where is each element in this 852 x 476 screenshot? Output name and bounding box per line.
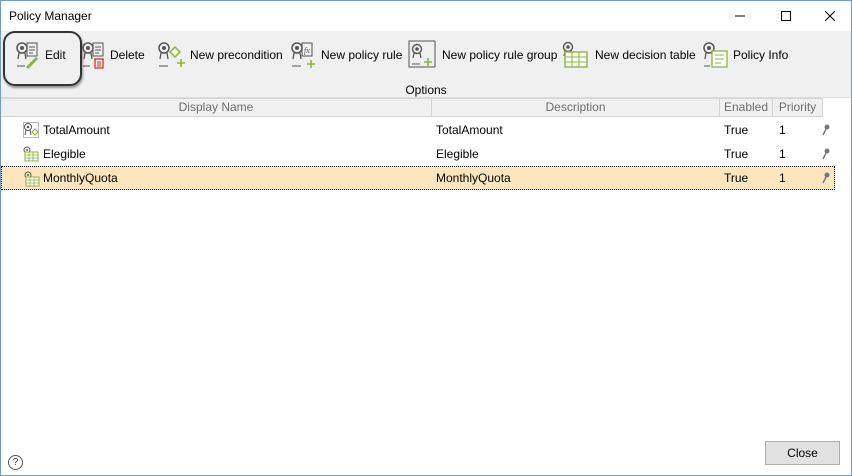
precondition-icon [23,122,39,138]
pin-icon[interactable] [821,148,831,160]
row-enabled: True [724,123,749,137]
pin-icon[interactable] [821,172,831,184]
row-enabled: True [724,147,749,161]
new-policy-rule-label: New policy rule [321,48,403,62]
column-header-display-name[interactable]: Display Name [1,99,432,117]
new-policy-rule-group-button[interactable]: New policy rule group [408,39,557,71]
window-title: Policy Manager [9,9,92,23]
row-display-name: MonthlyQuota [43,171,118,185]
new-decision-table-label: New decision table [595,48,696,62]
new-policy-rule-group-icon [408,40,436,68]
row-display-name: TotalAmount [43,123,110,137]
row-priority: 1 [779,123,786,137]
new-precondition-label: New precondition [190,48,283,62]
policy-info-label: Policy Info [733,48,789,62]
svg-text:fx: fx [304,46,310,55]
new-policy-rule-button[interactable]: fx New policy rule [289,39,402,71]
decision-table-icon [23,146,39,162]
row-description: TotalAmount [436,123,503,137]
toolbar: Edit Delete New precondition fx New poli… [1,31,851,98]
new-decision-table-icon [562,41,588,68]
new-precondition-button[interactable]: New precondition [156,39,283,71]
column-header-priority[interactable]: Priority [773,99,823,117]
delete-button[interactable]: Delete [80,39,145,71]
column-header-enabled[interactable]: Enabled [720,99,773,117]
help-icon[interactable]: ? [8,455,23,470]
delete-policy-icon [82,42,104,69]
new-policy-rule-icon: fx [291,42,315,68]
policy-info-button[interactable]: Policy Info [701,39,788,71]
maximize-icon [781,11,791,21]
close-icon [825,11,835,21]
row-enabled: True [724,171,749,185]
pin-icon[interactable] [821,124,831,136]
row-display-name: Elegible [43,147,86,161]
maximize-button[interactable] [763,1,809,31]
edit-button[interactable]: Edit [13,39,66,71]
table-row[interactable]: TotalAmount TotalAmount True 1 [1,118,835,142]
row-description: Elegible [436,147,479,161]
close-button[interactable]: Close [765,441,840,465]
grid-header: Display Name Description Enabled Priorit… [1,98,823,117]
row-priority: 1 [779,147,786,161]
edit-policy-icon [16,42,39,70]
new-policy-rule-group-label: New policy rule group [442,48,558,62]
row-priority: 1 [779,171,786,185]
table-row[interactable]: Elegible Elegible True 1 [1,142,835,166]
policy-grid: Display Name Description Enabled Priorit… [1,98,851,428]
column-header-description[interactable]: Description [432,99,720,117]
decision-table-icon [24,171,40,187]
new-decision-table-button[interactable]: New decision table [561,39,696,71]
policy-info-icon [703,42,728,68]
row-description: MonthlyQuota [436,171,511,185]
close-window-button[interactable] [807,1,852,31]
options-group-label: Options [405,83,447,97]
new-precondition-icon [158,42,185,67]
title-bar: Policy Manager [1,1,851,31]
policy-manager-window: Policy Manager Edit Delete New precondit… [0,0,852,476]
delete-label: Delete [110,48,145,62]
edit-label: Edit [45,48,66,62]
table-row-selected[interactable]: MonthlyQuota MonthlyQuota True 1 [1,166,835,190]
minimize-button[interactable] [717,1,763,31]
minimize-icon [735,15,745,17]
